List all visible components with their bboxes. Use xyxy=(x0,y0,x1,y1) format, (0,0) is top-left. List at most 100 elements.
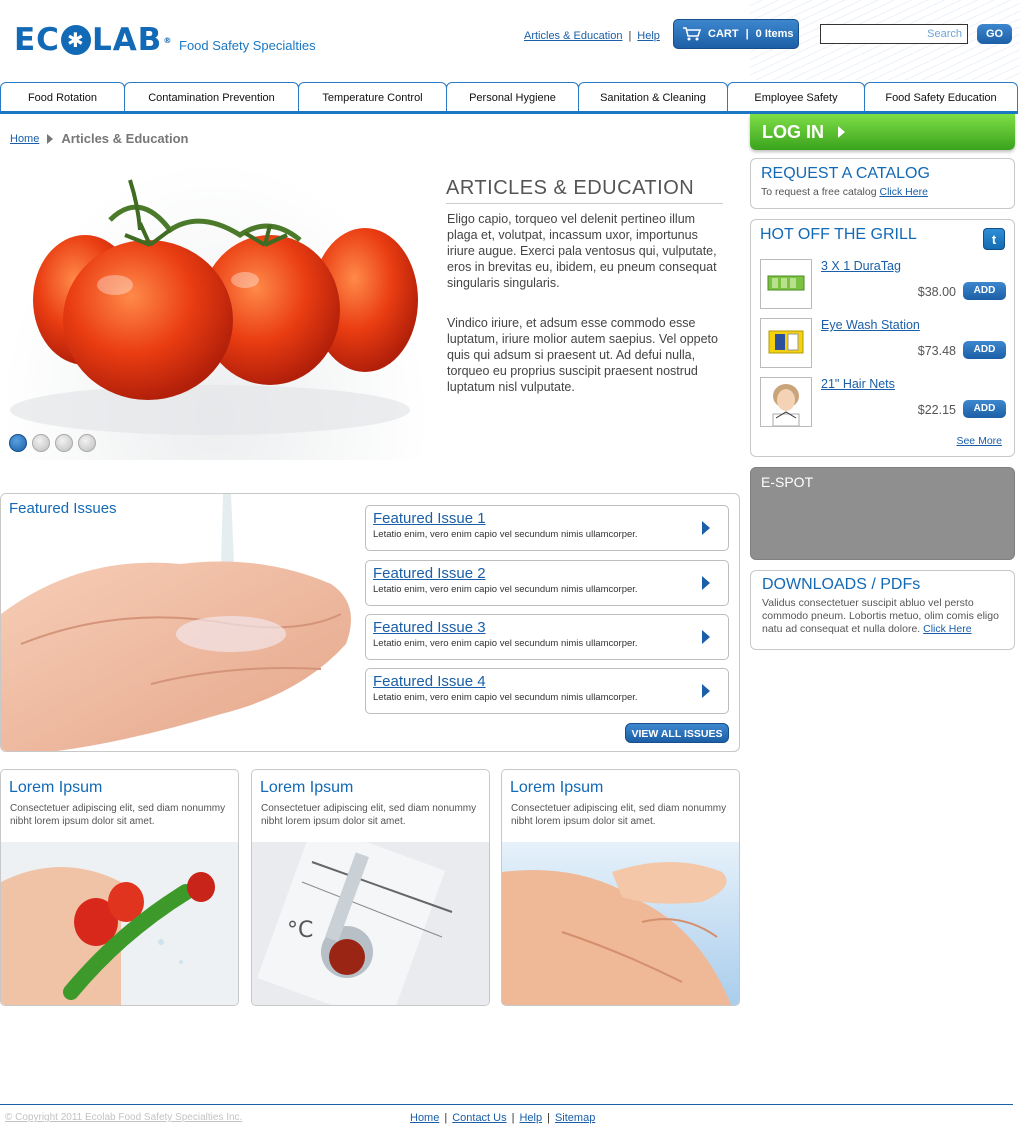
tab-temperature-control[interactable]: Temperature Control xyxy=(298,82,447,112)
featured-issue-desc: Letatio enim, vero enim capio vel secund… xyxy=(373,692,638,703)
footer-divider xyxy=(0,1104,1013,1105)
login-button[interactable]: LOG IN xyxy=(750,114,1015,150)
view-all-issues-button[interactable]: VIEW ALL ISSUES xyxy=(625,723,729,743)
breadcrumb-current: Articles & Education xyxy=(61,131,189,146)
carousel-dot-3[interactable] xyxy=(55,434,73,452)
e-spot-title: E-SPOT xyxy=(761,474,814,490)
e-spot-panel[interactable]: E-SPOT xyxy=(750,467,1015,560)
footer-links: Home | Contact Us | Help | Sitemap xyxy=(410,1112,596,1124)
product-thumbnail-duratag[interactable] xyxy=(760,259,812,309)
product-price: $38.00 xyxy=(917,285,956,299)
go-button[interactable]: GO xyxy=(977,24,1012,44)
tagline: Food Safety Specialties xyxy=(179,38,316,53)
cart-button[interactable]: CART | 0 Items xyxy=(673,19,799,49)
card-title[interactable]: Lorem Ipsum xyxy=(9,779,102,797)
featured-issue-title[interactable]: Featured Issue 3 xyxy=(373,619,721,636)
card-text: Consectetuer adipiscing elit, sed diam n… xyxy=(261,803,477,827)
arrow-right-icon[interactable] xyxy=(702,684,710,698)
arrow-right-icon[interactable] xyxy=(702,521,710,535)
search-input[interactable] xyxy=(820,24,968,44)
hero-paragraph-1: Eligo capio, torqueo vel delenit pertine… xyxy=(447,212,717,290)
hot-off-grill-box: HOT OFF THE GRILL t 3 X 1 DuraTag $38.00… xyxy=(750,219,1015,457)
product-price: $73.48 xyxy=(917,344,956,358)
tab-contamination-prevention[interactable]: Contamination Prevention xyxy=(124,82,299,112)
articles-education-link[interactable]: Articles & Education xyxy=(524,30,622,42)
tab-sanitation-cleaning[interactable]: Sanitation & Cleaning xyxy=(578,82,728,112)
featured-issue-item[interactable]: Featured Issue 3 Letatio enim, vero enim… xyxy=(365,614,729,660)
product-item: 21" Hair Nets $22.15 ADD xyxy=(760,377,1006,429)
card-title[interactable]: Lorem Ipsum xyxy=(510,779,603,797)
featured-issue-desc: Letatio enim, vero enim capio vel secund… xyxy=(373,638,638,649)
footer-sitemap-link[interactable]: Sitemap xyxy=(555,1112,595,1124)
cart-items: 0 Items xyxy=(755,28,794,40)
twitter-icon[interactable]: t xyxy=(983,228,1005,250)
carousel-dots xyxy=(9,434,96,452)
washing-hands-image xyxy=(502,842,739,1005)
hero-paragraph-2: Vindico iriure, et adsum esse commodo es… xyxy=(447,316,718,394)
tab-food-rotation[interactable]: Food Rotation xyxy=(0,82,125,112)
catalog-click-here-link[interactable]: Click Here xyxy=(880,186,928,198)
ecolab-logo[interactable]: EC ✱ LAB ® xyxy=(14,22,172,58)
logo-registered-mark: ® xyxy=(163,35,173,45)
see-more-link[interactable]: See More xyxy=(956,435,1002,447)
downloads-box: DOWNLOADS / PDFs Validus consectetuer su… xyxy=(750,570,1015,650)
top-links: Articles & Education | Help xyxy=(524,30,660,42)
footer-help-link[interactable]: Help xyxy=(519,1112,542,1124)
carousel-dot-4[interactable] xyxy=(78,434,96,452)
request-catalog-box: REQUEST A CATALOG To request a free cata… xyxy=(750,158,1015,209)
vegetables-washing-image xyxy=(1,842,238,1005)
main-nav: Food Rotation Contamination Prevention T… xyxy=(0,82,1018,112)
logo-text-right: LAB xyxy=(91,22,163,58)
featured-issues-title: Featured Issues xyxy=(9,500,117,517)
catalog-text: To request a free catalog xyxy=(761,186,877,198)
carousel-dot-2[interactable] xyxy=(32,434,50,452)
add-to-cart-button[interactable]: ADD xyxy=(963,282,1006,300)
tab-food-safety-education[interactable]: Food Safety Education xyxy=(864,82,1018,112)
catalog-desc: To request a free catalog Click Here xyxy=(761,186,1004,198)
downloads-title: DOWNLOADS / PDFs xyxy=(762,576,921,593)
featured-issue-title[interactable]: Featured Issue 4 xyxy=(373,673,721,690)
featured-issue-item[interactable]: Featured Issue 4 Letatio enim, vero enim… xyxy=(365,668,729,714)
product-item: 3 X 1 DuraTag $38.00 ADD xyxy=(760,259,1006,311)
breadcrumb: Home Articles & Education xyxy=(10,131,188,146)
featured-issue-title[interactable]: Featured Issue 1 xyxy=(373,510,721,527)
content-card[interactable]: Lorem Ipsum Consectetuer adipiscing elit… xyxy=(501,769,740,1006)
thermometer-image: °C xyxy=(252,842,489,1005)
product-item: Eye Wash Station $73.48 ADD xyxy=(760,318,1006,370)
breadcrumb-home-link[interactable]: Home xyxy=(10,133,39,145)
product-name-link[interactable]: 21" Hair Nets xyxy=(821,377,895,391)
product-price: $22.15 xyxy=(917,403,956,417)
featured-issue-item[interactable]: Featured Issue 2 Letatio enim, vero enim… xyxy=(365,560,729,606)
tab-employee-safety[interactable]: Employee Safety xyxy=(727,82,865,112)
help-link[interactable]: Help xyxy=(637,30,660,42)
add-to-cart-button[interactable]: ADD xyxy=(963,400,1006,418)
product-thumbnail-hairnets[interactable] xyxy=(760,377,812,427)
footer-home-link[interactable]: Home xyxy=(410,1112,439,1124)
play-arrow-icon xyxy=(838,126,845,138)
arrow-right-icon[interactable] xyxy=(702,576,710,590)
card-text: Consectetuer adipiscing elit, sed diam n… xyxy=(10,803,226,827)
carousel-dot-1[interactable] xyxy=(9,434,27,452)
cart-label: CART xyxy=(708,28,739,40)
arrow-right-icon[interactable] xyxy=(702,630,710,644)
downloads-click-here-link[interactable]: Click Here xyxy=(923,623,971,635)
add-to-cart-button[interactable]: ADD xyxy=(963,341,1006,359)
hero-title: ARTICLES & EDUCATION xyxy=(446,177,723,204)
login-label: LOG IN xyxy=(762,121,824,142)
featured-issue-desc: Letatio enim, vero enim capio vel secund… xyxy=(373,529,638,540)
cart-icon xyxy=(683,27,701,41)
product-name-link[interactable]: 3 X 1 DuraTag xyxy=(821,259,901,273)
tab-personal-hygiene[interactable]: Personal Hygiene xyxy=(446,82,579,112)
content-card[interactable]: Lorem Ipsum Consectetuer adipiscing elit… xyxy=(251,769,490,1006)
featured-issue-item[interactable]: Featured Issue 1 Letatio enim, vero enim… xyxy=(365,505,729,551)
breadcrumb-arrow-icon xyxy=(47,133,54,144)
hero-tomatoes-image xyxy=(0,160,430,460)
product-name-link[interactable]: Eye Wash Station xyxy=(821,318,920,332)
logo-text-left: EC xyxy=(14,22,60,58)
content-card[interactable]: Lorem Ipsum Consectetuer adipiscing elit… xyxy=(0,769,239,1006)
card-title[interactable]: Lorem Ipsum xyxy=(260,779,353,797)
product-thumbnail-eyewash[interactable] xyxy=(760,318,812,368)
footer-contact-us-link[interactable]: Contact Us xyxy=(452,1112,506,1124)
featured-issue-title[interactable]: Featured Issue 2 xyxy=(373,565,721,582)
grill-title: HOT OFF THE GRILL xyxy=(760,226,917,243)
